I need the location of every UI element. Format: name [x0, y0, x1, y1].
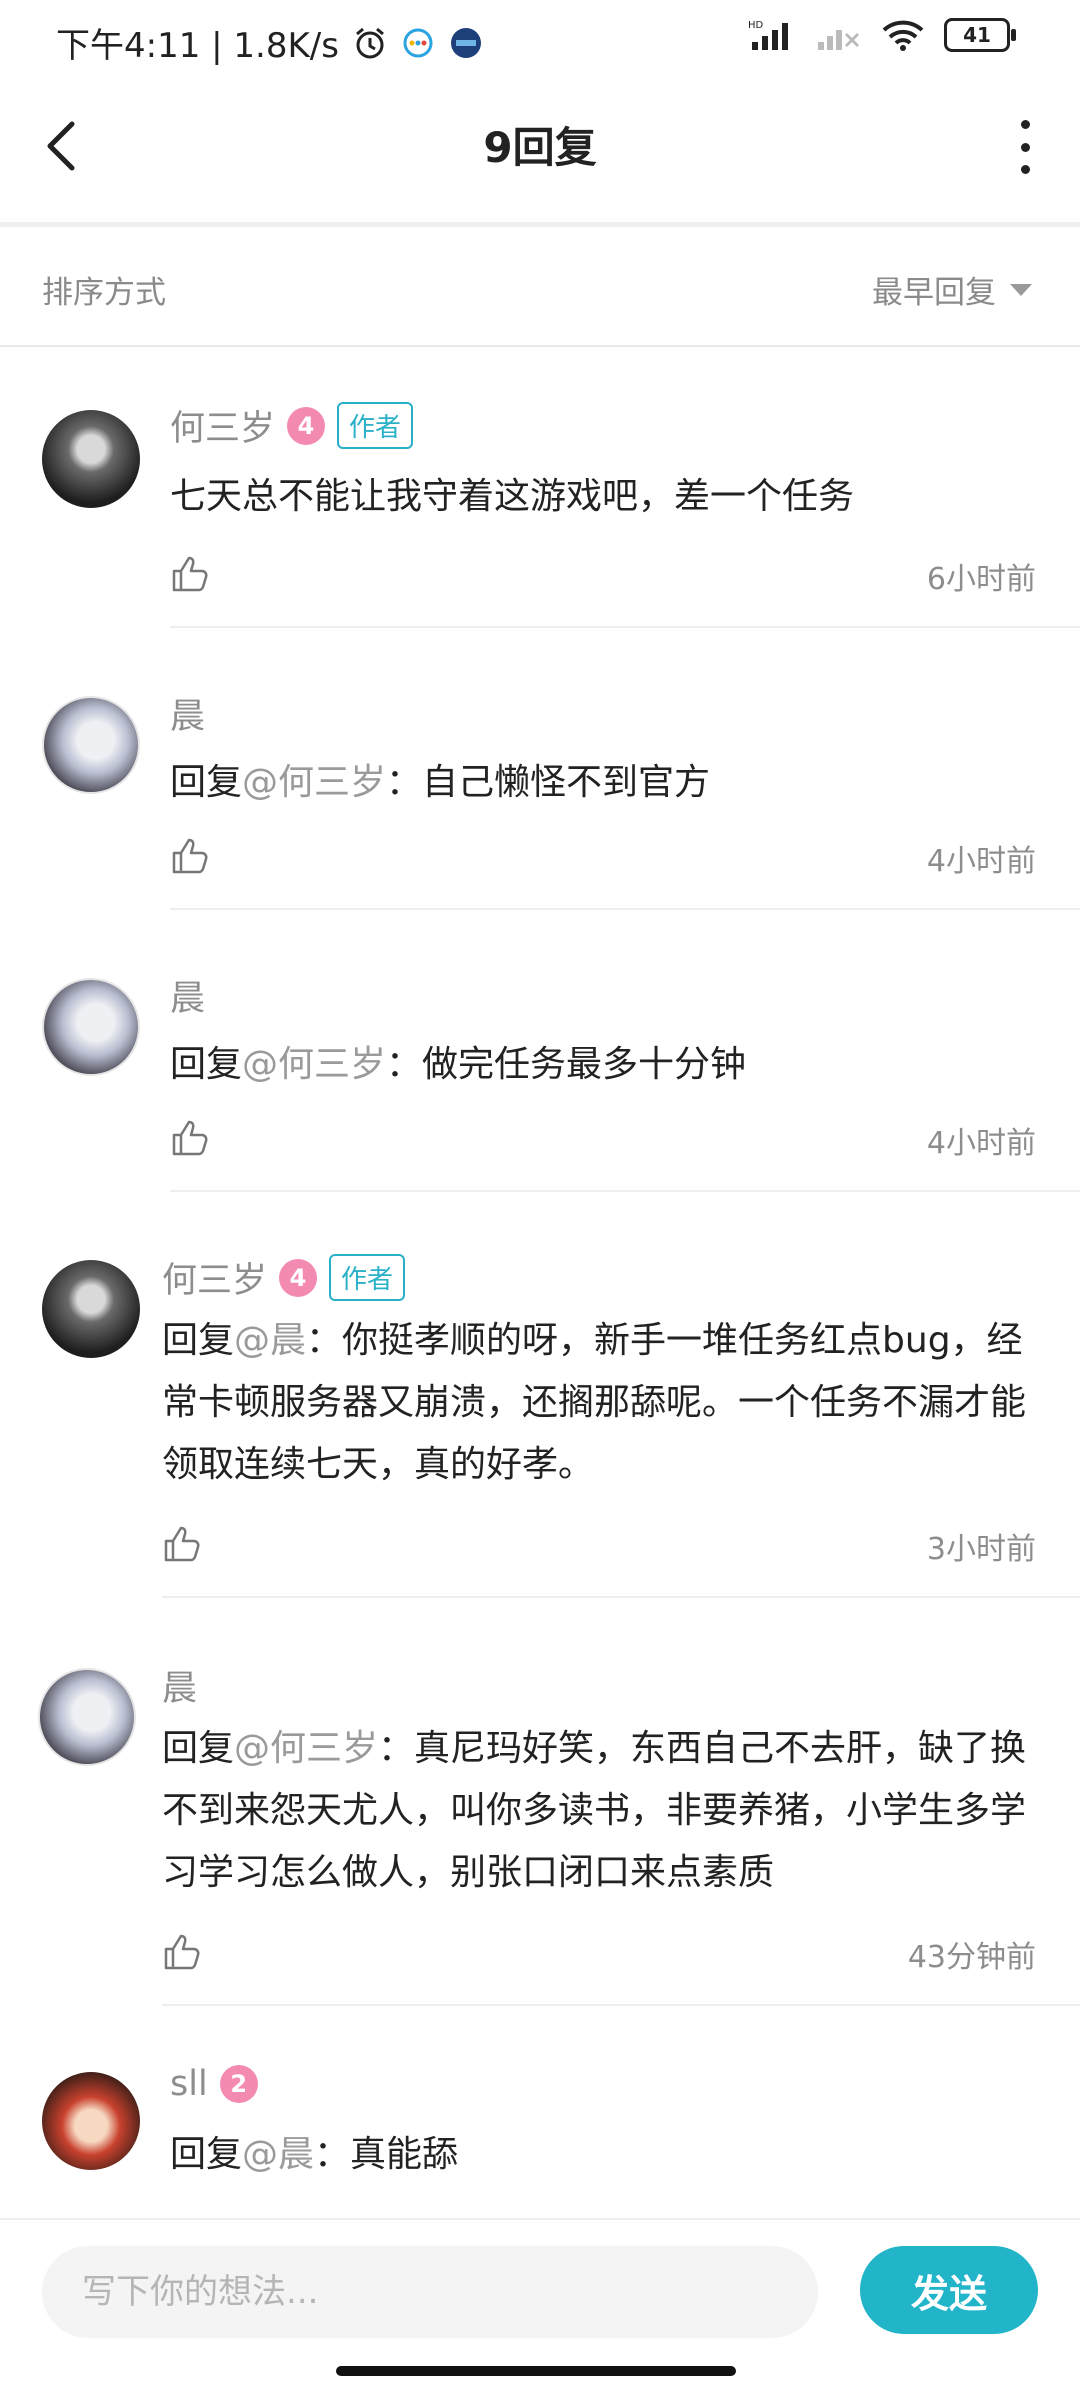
comment-body: ：自己懒怪不到官方 — [386, 762, 711, 803]
avatar[interactable] — [42, 2072, 140, 2170]
thumbs-up-icon[interactable] — [170, 554, 210, 594]
thumbs-up-icon[interactable] — [162, 1932, 202, 1972]
avatar[interactable] — [42, 1260, 140, 1358]
reply-prefix: 回复 — [170, 1044, 243, 1085]
avatar[interactable] — [42, 978, 140, 1076]
comment-author[interactable]: 晨 — [162, 1660, 197, 1711]
signal-off-icon — [818, 30, 860, 50]
comment-item: sll 2 回复@晨：真能舔 — [0, 2064, 1080, 2214]
comment-text[interactable]: 回复@晨：真能舔 — [170, 2124, 1050, 2186]
mention-link[interactable]: @晨 — [234, 1320, 306, 1361]
level-badge: 4 — [279, 1258, 318, 1297]
divider — [170, 626, 1080, 628]
divider — [170, 908, 1080, 910]
alarm-icon — [356, 27, 384, 58]
game-app-icon — [450, 27, 481, 58]
comment-time: 3小时前 — [926, 1532, 1036, 1567]
thumbs-up-icon[interactable] — [170, 836, 210, 876]
battery-level: 41 — [963, 23, 991, 47]
comment-text[interactable]: 回复@何三岁：自己懒怪不到官方 — [170, 752, 1050, 814]
comment-input[interactable] — [42, 2246, 818, 2338]
reply-prefix: 回复 — [162, 1320, 235, 1361]
svg-text:HD: HD — [748, 20, 764, 31]
divider — [170, 1190, 1080, 1192]
comment-author[interactable]: 晨 — [170, 970, 205, 1021]
comment-text[interactable]: 回复@何三岁：真尼玛好笑，东西自己不去肝，缺了换不到来怨天尤人，叫你多读书，非要… — [162, 1718, 1042, 1904]
mention-link[interactable]: @何三岁 — [234, 1728, 378, 1769]
level-badge: 2 — [219, 2065, 258, 2103]
avatar[interactable] — [42, 696, 140, 794]
send-button[interactable]: 发送 — [860, 2246, 1038, 2334]
comment-body: ：做完任务最多十分钟 — [386, 1044, 747, 1085]
status-bar: 下午4:11 | 1.8K/s HD 41 — [0, 0, 1080, 76]
comment-item: 晨 回复@何三岁：自己懒怪不到官方 4小时前 — [0, 688, 1080, 910]
comment-item: 晨 回复@何三岁：真尼玛好笑，东西自己不去肝，缺了换不到来怨天尤人，叫你多读书，… — [0, 1660, 1080, 2006]
author-badge: 作者 — [337, 402, 414, 449]
comment-item: 何三岁 4 作者 回复@晨：你挺孝顺的呀，新手一堆任务红点bug，经常卡顿服务器… — [0, 1252, 1080, 1598]
comment-body: 七天总不能让我守着这游戏吧，差一个任务 — [170, 476, 855, 517]
mention-link[interactable]: @何三岁 — [242, 762, 386, 803]
page-title: 9回复 — [483, 123, 597, 172]
comment-item: 何三岁 4 作者 七天总不能让我守着这游戏吧，差一个任务 6小时前 — [0, 400, 1080, 628]
thumbs-up-icon[interactable] — [162, 1524, 202, 1564]
author-badge: 作者 — [329, 1254, 406, 1301]
thumbs-up-icon[interactable] — [170, 1118, 210, 1158]
comment-time: 6小时前 — [926, 562, 1036, 597]
sort-dropdown[interactable]: 最早回复 — [872, 267, 1032, 312]
sort-selected-value: 最早回复 — [872, 275, 996, 311]
signal-hd-icon: HD — [748, 20, 788, 50]
comment-time: 43分钟前 — [907, 1940, 1036, 1975]
mention-link[interactable]: @晨 — [242, 2134, 314, 2175]
reply-prefix: 回复 — [170, 2134, 243, 2175]
avatar[interactable] — [38, 1668, 136, 1766]
divider — [162, 2004, 1080, 2006]
mention-link[interactable]: @何三岁 — [242, 1044, 386, 1085]
status-time-speed: 下午4:11 | 1.8K/s — [56, 26, 339, 66]
home-indicator[interactable] — [336, 2366, 736, 2376]
comment-time: 4小时前 — [926, 1126, 1036, 1161]
reply-prefix: 回复 — [162, 1728, 235, 1769]
comment-time: 4小时前 — [926, 844, 1036, 879]
avatar[interactable] — [42, 410, 140, 508]
sort-label: 排序方式 — [42, 275, 166, 311]
top-bar: 9回复 — [0, 76, 1080, 227]
level-badge: 4 — [287, 406, 326, 445]
battery-icon: 41 — [944, 18, 1016, 52]
comment-author[interactable]: 晨 — [170, 688, 205, 739]
comment-composer: 发送 — [0, 2218, 1080, 2360]
sort-bar: 排序方式 最早回复 — [0, 227, 1080, 347]
comment-text[interactable]: 回复@何三岁：做完任务最多十分钟 — [170, 1034, 1050, 1096]
comment-author[interactable]: sll — [170, 2064, 208, 2104]
more-options-icon[interactable] — [1010, 120, 1040, 174]
comment-author[interactable]: 何三岁 — [170, 400, 275, 451]
comment-text[interactable]: 回复@晨：你挺孝顺的呀，新手一堆任务红点bug，经常卡顿服务器又崩溃，还搁那舔呢… — [162, 1310, 1042, 1496]
comment-author[interactable]: 何三岁 — [162, 1252, 267, 1303]
comment-body: ：真能舔 — [314, 2134, 459, 2175]
wifi-icon — [882, 20, 924, 51]
reply-prefix: 回复 — [170, 762, 243, 803]
divider — [162, 1596, 1080, 1598]
comment-text[interactable]: 七天总不能让我守着这游戏吧，差一个任务 — [170, 466, 1050, 528]
comment-item: 晨 回复@何三岁：做完任务最多十分钟 4小时前 — [0, 970, 1080, 1192]
chevron-down-icon — [1010, 283, 1032, 296]
chat-app-icon — [403, 28, 433, 57]
